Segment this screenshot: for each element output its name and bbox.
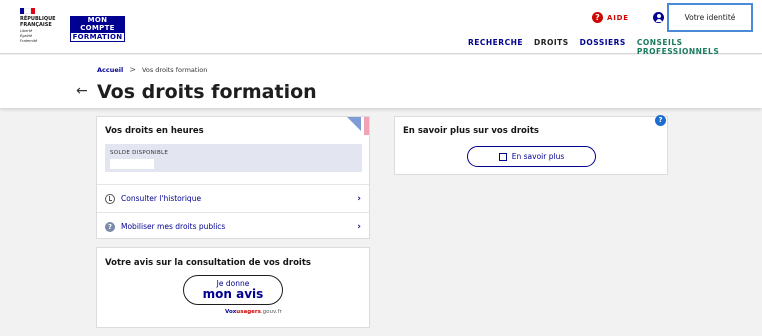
en-savoir-plus-button[interactable]: En savoir plus [467, 146, 596, 167]
rights-card-title: Vos droits en heures [105, 126, 204, 136]
page-title: Vos droits formation [97, 81, 317, 103]
question-icon: ? [105, 221, 115, 232]
feedback-card-title: Votre avis sur la consultation de vos dr… [105, 258, 311, 268]
balance-box: SOLDE DISPONIBLE [105, 144, 362, 172]
corner-ribbon-icon [347, 117, 369, 135]
rf-motto-3: Fraternité [20, 39, 38, 43]
rf-name-line2: FRANÇAISE [20, 22, 52, 28]
mon-compte-formation-logo[interactable]: MON COMPTE FORMATION [70, 16, 125, 42]
avis-line-2: mon avis [202, 287, 264, 301]
french-flag-icon [20, 8, 35, 14]
brand-line-2: COMPTE [70, 24, 125, 32]
site-header: RÉPUBLIQUE FRANÇAISE Liberté Égalité Fra… [0, 0, 762, 60]
vox-rest: .gouv.fr [260, 309, 282, 315]
rf-motto-1: Liberté [20, 29, 33, 33]
identity-button[interactable]: Votre identité [667, 3, 753, 32]
user-icon[interactable] [653, 12, 664, 23]
arrow-left-icon[interactable]: ← [76, 81, 88, 101]
vox-red: usagers [236, 309, 261, 315]
history-icon [105, 193, 115, 204]
republique-francaise-logo[interactable]: RÉPUBLIQUE FRANÇAISE Liberté Égalité Fra… [20, 8, 56, 43]
rights-hours-card: Vos droits en heures SOLDE DISPONIBLE Co… [96, 116, 370, 239]
voxusagers-logo: Voxusagers.gouv.fr [225, 309, 282, 315]
info-card-title: En savoir plus sur vos droits [403, 126, 539, 136]
brand-line-1: MON [70, 16, 125, 24]
je-donne-mon-avis-button[interactable]: Je donne mon avis [183, 275, 283, 305]
page-title-bar: Accueil > Vos droits formation ← Vos dro… [0, 55, 762, 108]
info-card: En savoir plus sur vos droits ? En savoi… [394, 115, 668, 175]
feedback-card: Votre avis sur la consultation de vos dr… [96, 247, 370, 328]
vox-bold: Vox [225, 309, 237, 315]
en-savoir-plus-label: En savoir plus [511, 152, 565, 161]
rf-motto-2: Égalité [20, 34, 33, 38]
brand-line-3: FORMATION [70, 32, 125, 42]
row-label-mobiliser: Mobiliser mes droits publics [121, 222, 226, 231]
aide-link[interactable]: ? AIDE [592, 12, 629, 23]
row-consulter-historique[interactable]: Consulter l'historique › [97, 184, 369, 212]
chevron-right-icon: › [357, 221, 361, 232]
external-link-icon [498, 152, 507, 161]
balance-value [110, 159, 154, 169]
breadcrumb-separator: > [129, 65, 136, 74]
help-icon: ? [592, 12, 603, 23]
breadcrumb: Accueil > Vos droits formation [97, 65, 207, 74]
breadcrumb-current: Vos droits formation [141, 65, 208, 74]
row-label-historique: Consulter l'historique [121, 194, 202, 203]
breadcrumb-home[interactable]: Accueil [97, 66, 123, 74]
row-mobiliser-droits[interactable]: ? Mobiliser mes droits publics › [97, 212, 369, 240]
chevron-right-icon: › [357, 193, 361, 204]
balance-label: SOLDE DISPONIBLE [110, 150, 169, 156]
help-badge-icon[interactable]: ? [655, 115, 666, 126]
aide-label: AIDE [607, 13, 629, 22]
